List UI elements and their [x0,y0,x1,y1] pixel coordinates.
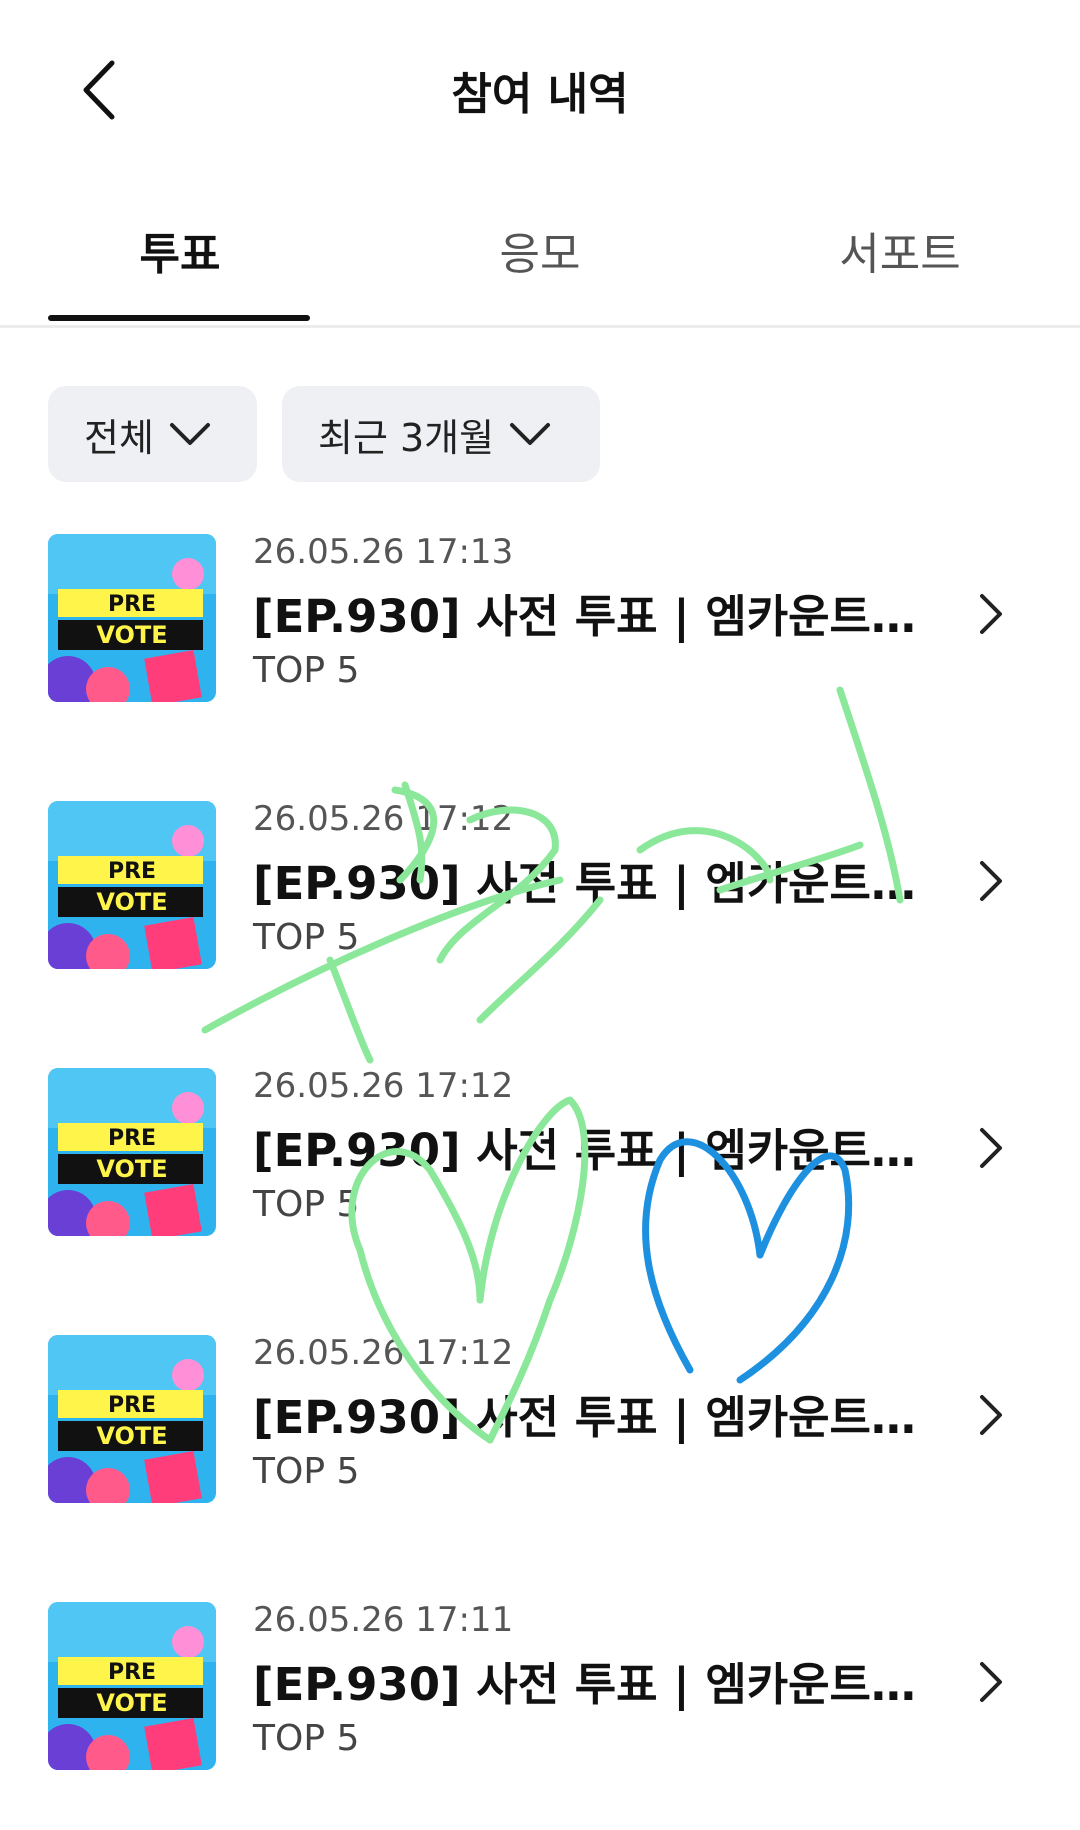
svg-text:PRE: PRE [108,592,156,617]
chevron-down-icon [510,423,551,445]
svg-text:VOTE: VOTE [96,1422,167,1450]
item-date: 26.05.26 17:12 [253,799,514,839]
item-date: 26.05.26 17:11 [253,1600,514,1640]
item-title: [EP.930] 사전 투표 | 엠카운트다... [253,1391,923,1444]
list-item[interactable]: PRE VOTE 26.05.26 17:11 [EP.930] 사전 투표 |… [0,1588,1080,1808]
tab-vote[interactable]: 투표 [30,218,330,282]
chevron-right-icon [980,1128,1002,1168]
pre-vote-thumbnail: PRE VOTE [48,1602,216,1770]
tab-bar: 투표 응모 서포트 [0,180,1080,328]
pre-vote-thumbnail: PRE VOTE [48,534,216,702]
svg-text:VOTE: VOTE [96,1155,167,1183]
type-filter-label: 전체 [84,415,154,460]
chevron-right-icon [980,861,1002,901]
period-filter-dropdown[interactable]: 최근 3개월 [282,386,600,482]
item-rank: TOP 5 [253,650,360,691]
list-item[interactable]: PRE VOTE 26.05.26 17:12 [EP.930] 사전 투표 |… [0,1321,1080,1541]
item-rank: TOP 5 [253,1451,360,1492]
pre-vote-thumbnail: PRE VOTE [48,1068,216,1236]
period-filter-label: 최근 3개월 [318,415,495,460]
app-header: 참여 내역 [0,0,1080,180]
list-item[interactable]: PRE VOTE 26.05.26 17:13 [EP.930] 사전 투표 |… [0,520,1080,740]
item-title: [EP.930] 사전 투표 | 엠카운트다... [253,1658,923,1711]
item-rank: TOP 5 [253,917,360,958]
svg-text:VOTE: VOTE [96,1689,167,1717]
item-title: [EP.930] 사전 투표 | 엠카운트다... [253,590,923,643]
chevron-right-icon [980,1662,1002,1702]
item-title: [EP.930] 사전 투표 | 엠카운트다... [253,1124,923,1177]
item-date: 26.05.26 17:13 [253,532,514,572]
type-filter-dropdown[interactable]: 전체 [48,386,257,482]
page-title: 참여 내역 [451,69,629,120]
svg-text:PRE: PRE [108,1126,156,1151]
item-rank: TOP 5 [253,1184,360,1225]
list-item[interactable]: PRE VOTE 26.05.26 17:12 [EP.930] 사전 투표 |… [0,787,1080,1007]
chevron-down-icon [169,423,210,445]
tab-support[interactable]: 서포트 [750,218,1050,282]
item-rank: TOP 5 [253,1718,360,1759]
item-date: 26.05.26 17:12 [253,1333,514,1373]
svg-text:PRE: PRE [108,1393,156,1418]
svg-text:PRE: PRE [108,859,156,884]
active-tab-indicator [48,315,310,321]
svg-text:PRE: PRE [108,1660,156,1685]
chevron-right-icon [980,1395,1002,1435]
item-date: 26.05.26 17:12 [253,1066,514,1106]
svg-text:VOTE: VOTE [96,888,167,916]
list-item[interactable]: PRE VOTE 26.05.26 17:12 [EP.930] 사전 투표 |… [0,1054,1080,1274]
tab-entry[interactable]: 응모 [390,218,690,282]
item-title: [EP.930] 사전 투표 | 엠카운트다... [253,857,923,910]
svg-text:VOTE: VOTE [96,621,167,649]
chevron-right-icon [980,594,1002,634]
pre-vote-thumbnail: PRE VOTE [48,1335,216,1503]
pre-vote-thumbnail: PRE VOTE [48,801,216,969]
